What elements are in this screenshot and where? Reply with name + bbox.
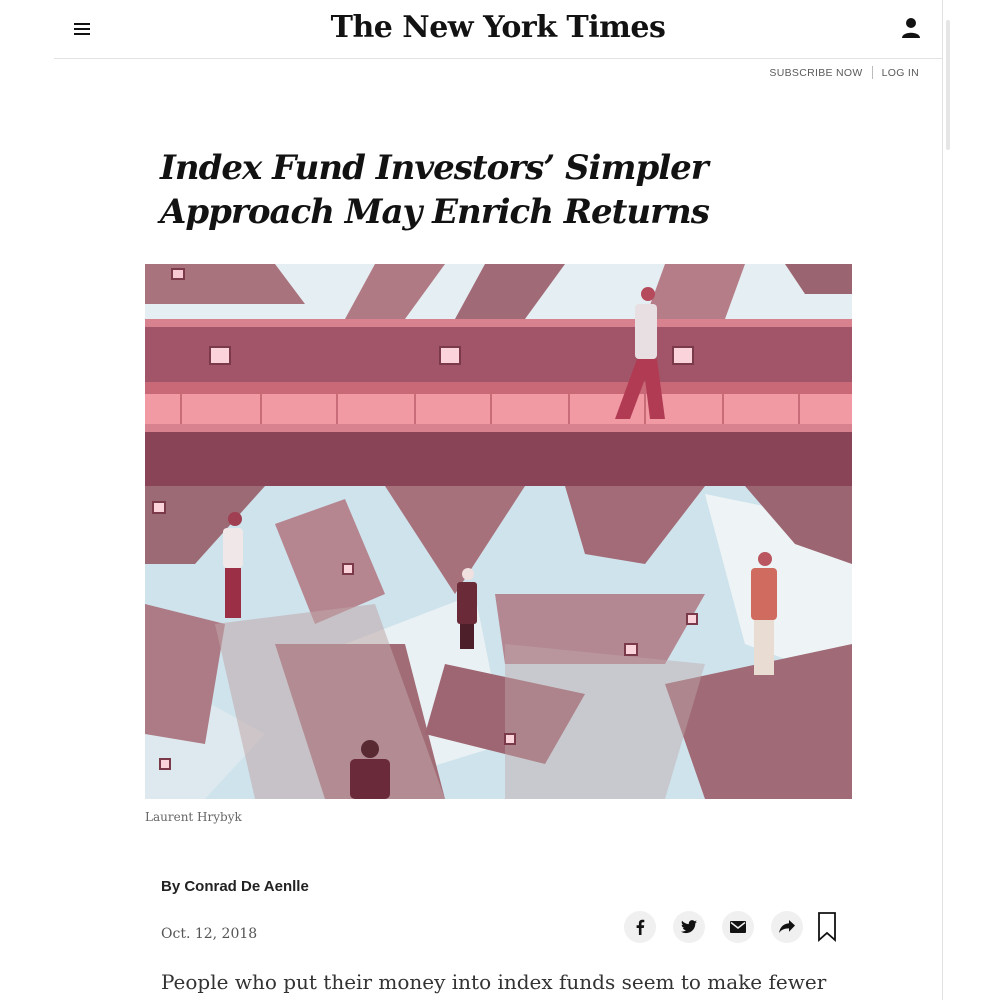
masthead: The New York Times xyxy=(54,0,942,59)
divider xyxy=(871,66,873,79)
scrollbar-thumb[interactable] xyxy=(946,20,950,150)
user-icon[interactable] xyxy=(900,16,922,40)
article-byline[interactable]: By Conrad De Aenlle xyxy=(161,878,309,895)
article-date: Oct. 12, 2018 xyxy=(161,926,258,942)
article-lede: People who put their money into index fu… xyxy=(161,970,827,994)
article-page: The New York Times SUBSCRIBE NOW LOG IN … xyxy=(0,0,942,1000)
facebook-icon[interactable] xyxy=(624,911,656,943)
login-link[interactable]: LOG IN xyxy=(882,67,919,79)
site-logo[interactable]: The New York Times xyxy=(54,10,942,45)
article-headline: Index Fund Investors’ Simpler Approach M… xyxy=(160,148,710,232)
twitter-icon[interactable] xyxy=(673,911,705,943)
email-icon[interactable] xyxy=(722,911,754,943)
hero-illustration[interactable] xyxy=(145,264,852,799)
bookmark-icon[interactable] xyxy=(818,912,836,942)
share-icon[interactable] xyxy=(771,911,803,943)
share-tools xyxy=(624,911,836,943)
account-links: SUBSCRIBE NOW LOG IN xyxy=(769,66,919,79)
image-credit: Laurent Hrybyk xyxy=(145,810,242,824)
browser-scrollbar[interactable] xyxy=(942,0,1000,1000)
subscribe-link[interactable]: SUBSCRIBE NOW xyxy=(769,67,862,79)
